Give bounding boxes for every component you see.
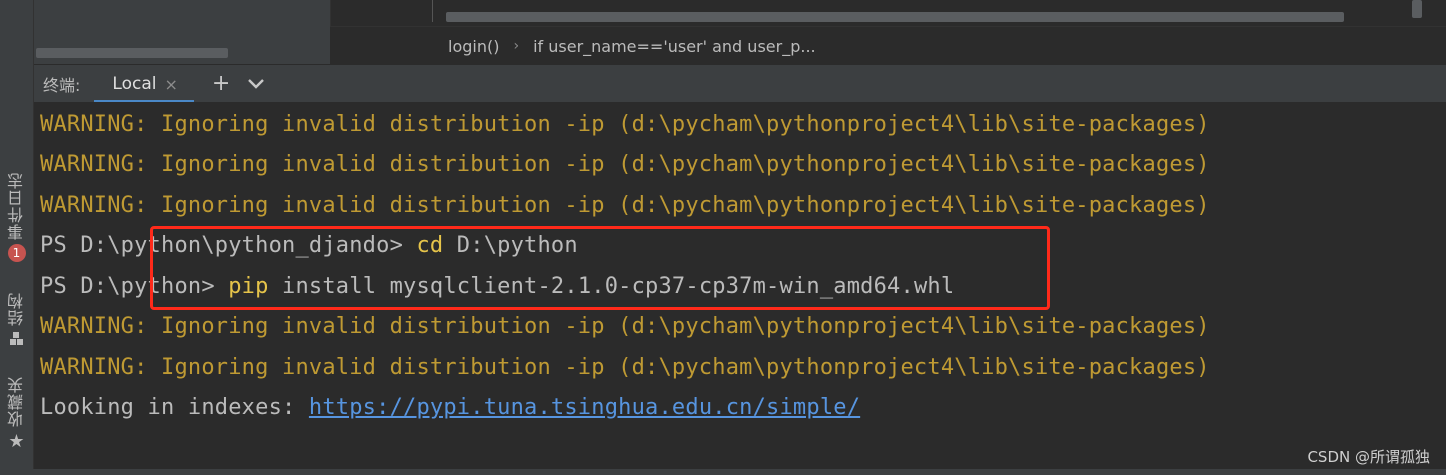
project-horizontal-scrollbar[interactable] [36,48,228,58]
looking-in-indexes-line: Looking in indexes: https://pypi.tuna.ts… [40,395,860,420]
bottom-status-strip [0,469,1446,475]
event-log-tab[interactable]: 事件日志 1 [0,172,33,262]
project-panel [34,0,331,64]
editor-vertical-scrollbar[interactable] [1412,0,1422,18]
warning-line: WARNING: Ignoring invalid distribution -… [40,112,1210,137]
breadcrumb: login() › if user_name=='user' and user_… [330,26,1446,65]
watermark: CSDN @所谓孤独 [1307,448,1430,466]
terminal-header: 终端: Local × + [34,64,1446,103]
editor-horizontal-scrollbar[interactable] [446,12,1344,22]
warning-line: WARNING: Ignoring invalid distribution -… [40,314,1210,339]
close-icon[interactable]: × [164,75,177,94]
highlight-box [150,226,1050,310]
favorites-tab[interactable]: 收藏夹 ★ [0,376,33,452]
left-tool-strip: 事件日志 1 结构 收藏夹 ★ [0,0,34,475]
tab-local-label: Local [112,74,157,94]
event-log-label: 事件日志 [6,172,26,240]
warning-line: WARNING: Ignoring invalid distribution -… [40,355,1210,380]
editor-area: login() › if user_name=='user' and user_… [34,0,1446,65]
terminal-output[interactable]: WARNING: Ignoring invalid distribution -… [34,102,1446,475]
event-log-badge: 1 [7,244,26,262]
terminal-title: 终端: [43,76,81,95]
star-icon: ★ [8,431,25,452]
breadcrumb-item-if[interactable]: if user_name=='user' and user_p... [533,37,816,56]
structure-label: 结构 [6,292,26,326]
structure-tab[interactable]: 结构 [0,292,33,346]
breadcrumb-item-login[interactable]: login() [330,37,499,56]
breadcrumb-separator-icon: › [513,38,520,54]
structure-icon [9,332,23,345]
favorites-label: 收藏夹 [6,376,26,427]
index-url-link[interactable]: https://pypi.tuna.tsinghua.edu.cn/simple… [309,395,860,420]
warning-line: WARNING: Ignoring invalid distribution -… [40,193,1210,218]
tab-local[interactable]: Local × [94,65,195,103]
warning-line: WARNING: Ignoring invalid distribution -… [40,152,1210,177]
add-tab-button[interactable]: + [212,73,230,95]
looking-prefix: Looking in indexes: [40,395,309,420]
chevron-down-icon[interactable] [246,77,266,91]
editor-gutter-divider [432,0,433,22]
